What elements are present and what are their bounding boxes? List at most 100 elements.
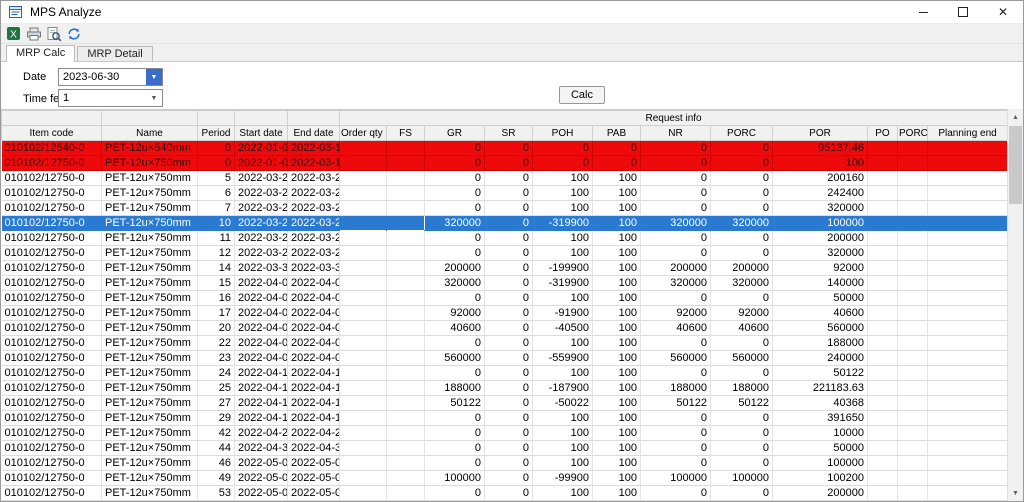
cell-plan[interactable] <box>928 441 1008 456</box>
cell-porc[interactable]: 320000 <box>711 276 773 291</box>
chevron-down-icon[interactable]: ▼ <box>146 90 162 106</box>
cell-porc[interactable]: 0 <box>711 411 773 426</box>
cell-start[interactable]: 2022-04-30 <box>235 441 288 456</box>
cell-gr[interactable]: 0 <box>425 171 485 186</box>
cell-start[interactable]: 2022-03-27 <box>235 216 288 231</box>
cell-po[interactable] <box>868 291 898 306</box>
cell-end[interactable]: 2022-04-03 <box>288 306 340 321</box>
cell-order_qty[interactable] <box>340 471 387 486</box>
cell-sr[interactable]: 0 <box>485 411 533 426</box>
cell-fs[interactable] <box>387 246 425 261</box>
cell-porc[interactable]: 0 <box>711 441 773 456</box>
cell-pab[interactable]: 100 <box>593 381 641 396</box>
cell-po[interactable] <box>868 141 898 156</box>
cell-po[interactable] <box>868 261 898 276</box>
cell-name[interactable]: PET-12u×750mm <box>102 321 198 336</box>
cell-name[interactable]: PET-12u×750mm <box>102 351 198 366</box>
cell-name[interactable]: PET-12u×750mm <box>102 501 198 502</box>
cell-po[interactable] <box>868 231 898 246</box>
scroll-down-button[interactable]: ▼ <box>1008 485 1023 501</box>
cell-fs[interactable] <box>387 216 425 231</box>
cell-fs[interactable] <box>387 156 425 171</box>
cell-plan[interactable] <box>928 366 1008 381</box>
cell-period[interactable]: 5 <box>198 171 235 186</box>
cell-porc2[interactable] <box>898 321 928 336</box>
cell-sr[interactable]: 0 <box>485 246 533 261</box>
cell-pab[interactable]: 0 <box>593 141 641 156</box>
cell-gr[interactable]: 0 <box>425 366 485 381</box>
cell-code[interactable]: 010102/12750-0 <box>2 216 102 231</box>
cell-code[interactable]: 010102/12750-0 <box>2 201 102 216</box>
cell-nr[interactable]: 40600 <box>641 321 711 336</box>
cell-por[interactable]: 92000 <box>773 261 868 276</box>
cell-start[interactable]: 2022-01-01 <box>235 141 288 156</box>
table-row[interactable]: 010102/12750-0PET-12u×750mm252022-04-112… <box>2 381 1008 396</box>
cell-porc[interactable]: 560000 <box>711 351 773 366</box>
cell-gr[interactable]: 0 <box>425 231 485 246</box>
cell-start[interactable]: 2022-04-09 <box>235 351 288 366</box>
cell-order_qty[interactable] <box>340 426 387 441</box>
table-row[interactable]: 010102/12750-0PET-12u×750mm462022-05-022… <box>2 456 1008 471</box>
cell-start[interactable]: 2022-04-02 <box>235 291 288 306</box>
cell-fs[interactable] <box>387 381 425 396</box>
cell-start[interactable]: 2022-04-06 <box>235 321 288 336</box>
cell-porc2[interactable] <box>898 441 928 456</box>
cell-porc2[interactable] <box>898 381 928 396</box>
refresh-icon[interactable] <box>66 26 82 42</box>
print-icon[interactable] <box>26 26 42 42</box>
column-header-sr[interactable]: SR <box>485 126 533 141</box>
cell-plan[interactable] <box>928 396 1008 411</box>
cell-start[interactable]: 2022-04-15 <box>235 411 288 426</box>
cell-po[interactable] <box>868 276 898 291</box>
cell-fs[interactable] <box>387 171 425 186</box>
table-row[interactable]: 010102/12750-0PET-12u×750mm162022-04-022… <box>2 291 1008 306</box>
cell-sr[interactable]: 0 <box>485 276 533 291</box>
cell-name[interactable]: PET-12u×750mm <box>102 156 198 171</box>
excel-export-icon[interactable]: X <box>6 26 22 42</box>
cell-po[interactable] <box>868 351 898 366</box>
cell-order_qty[interactable] <box>340 411 387 426</box>
cell-plan[interactable] <box>928 501 1008 502</box>
cell-fs[interactable] <box>387 486 425 501</box>
cell-gr[interactable]: 0 <box>425 186 485 201</box>
cell-nr[interactable]: 188000 <box>641 381 711 396</box>
cell-plan[interactable] <box>928 231 1008 246</box>
cell-fs[interactable] <box>387 201 425 216</box>
cell-gr[interactable]: 0 <box>425 156 485 171</box>
cell-sr[interactable]: 0 <box>485 486 533 501</box>
cell-end[interactable]: 2022-05-09 <box>288 486 340 501</box>
cell-por[interactable]: 100000 <box>773 456 868 471</box>
table-row[interactable]: 010102/12750-0PET-12u×750mm492022-05-052… <box>2 471 1008 486</box>
cell-gr[interactable]: 0 <box>425 336 485 351</box>
cell-fs[interactable] <box>387 441 425 456</box>
cell-gr[interactable]: 0 <box>425 291 485 306</box>
cell-period[interactable]: 29 <box>198 411 235 426</box>
cell-nr[interactable]: 0 <box>641 156 711 171</box>
cell-poh[interactable]: 100 <box>533 501 593 502</box>
cell-porc[interactable]: 0 <box>711 501 773 502</box>
cell-poh[interactable]: 100 <box>533 366 593 381</box>
cell-code[interactable]: 010102/12750-0 <box>2 366 102 381</box>
cell-poh[interactable]: 100 <box>533 246 593 261</box>
column-header-end-date[interactable]: End date <box>288 126 340 141</box>
cell-order_qty[interactable] <box>340 141 387 156</box>
cell-code[interactable]: 010102/12750-0 <box>2 231 102 246</box>
cell-nr[interactable]: 0 <box>641 441 711 456</box>
column-header-porc[interactable]: PORC <box>711 126 773 141</box>
cell-por[interactable]: 221183.63 <box>773 381 868 396</box>
table-row[interactable]: 010102/12750-0PET-12u×750mm142022-03-312… <box>2 261 1008 276</box>
cell-end[interactable]: 2022-03-27 <box>288 216 340 231</box>
cell-start[interactable]: 2022-04-03 <box>235 306 288 321</box>
cell-po[interactable] <box>868 486 898 501</box>
cell-order_qty[interactable] <box>340 261 387 276</box>
cell-fs[interactable] <box>387 336 425 351</box>
cell-gr[interactable]: 0 <box>425 441 485 456</box>
cell-porc2[interactable] <box>898 486 928 501</box>
cell-sr[interactable]: 0 <box>485 381 533 396</box>
table-row[interactable]: 010102/12750-0PET-12u×750mm222022-04-082… <box>2 336 1008 351</box>
cell-poh[interactable]: -40500 <box>533 321 593 336</box>
cell-end[interactable]: 2022-03-29 <box>288 246 340 261</box>
table-row[interactable]: 010102/12540-0PET-12u×540mm02022-01-0120… <box>2 141 1008 156</box>
cell-poh[interactable]: 100 <box>533 426 593 441</box>
cell-name[interactable]: PET-12u×750mm <box>102 246 198 261</box>
